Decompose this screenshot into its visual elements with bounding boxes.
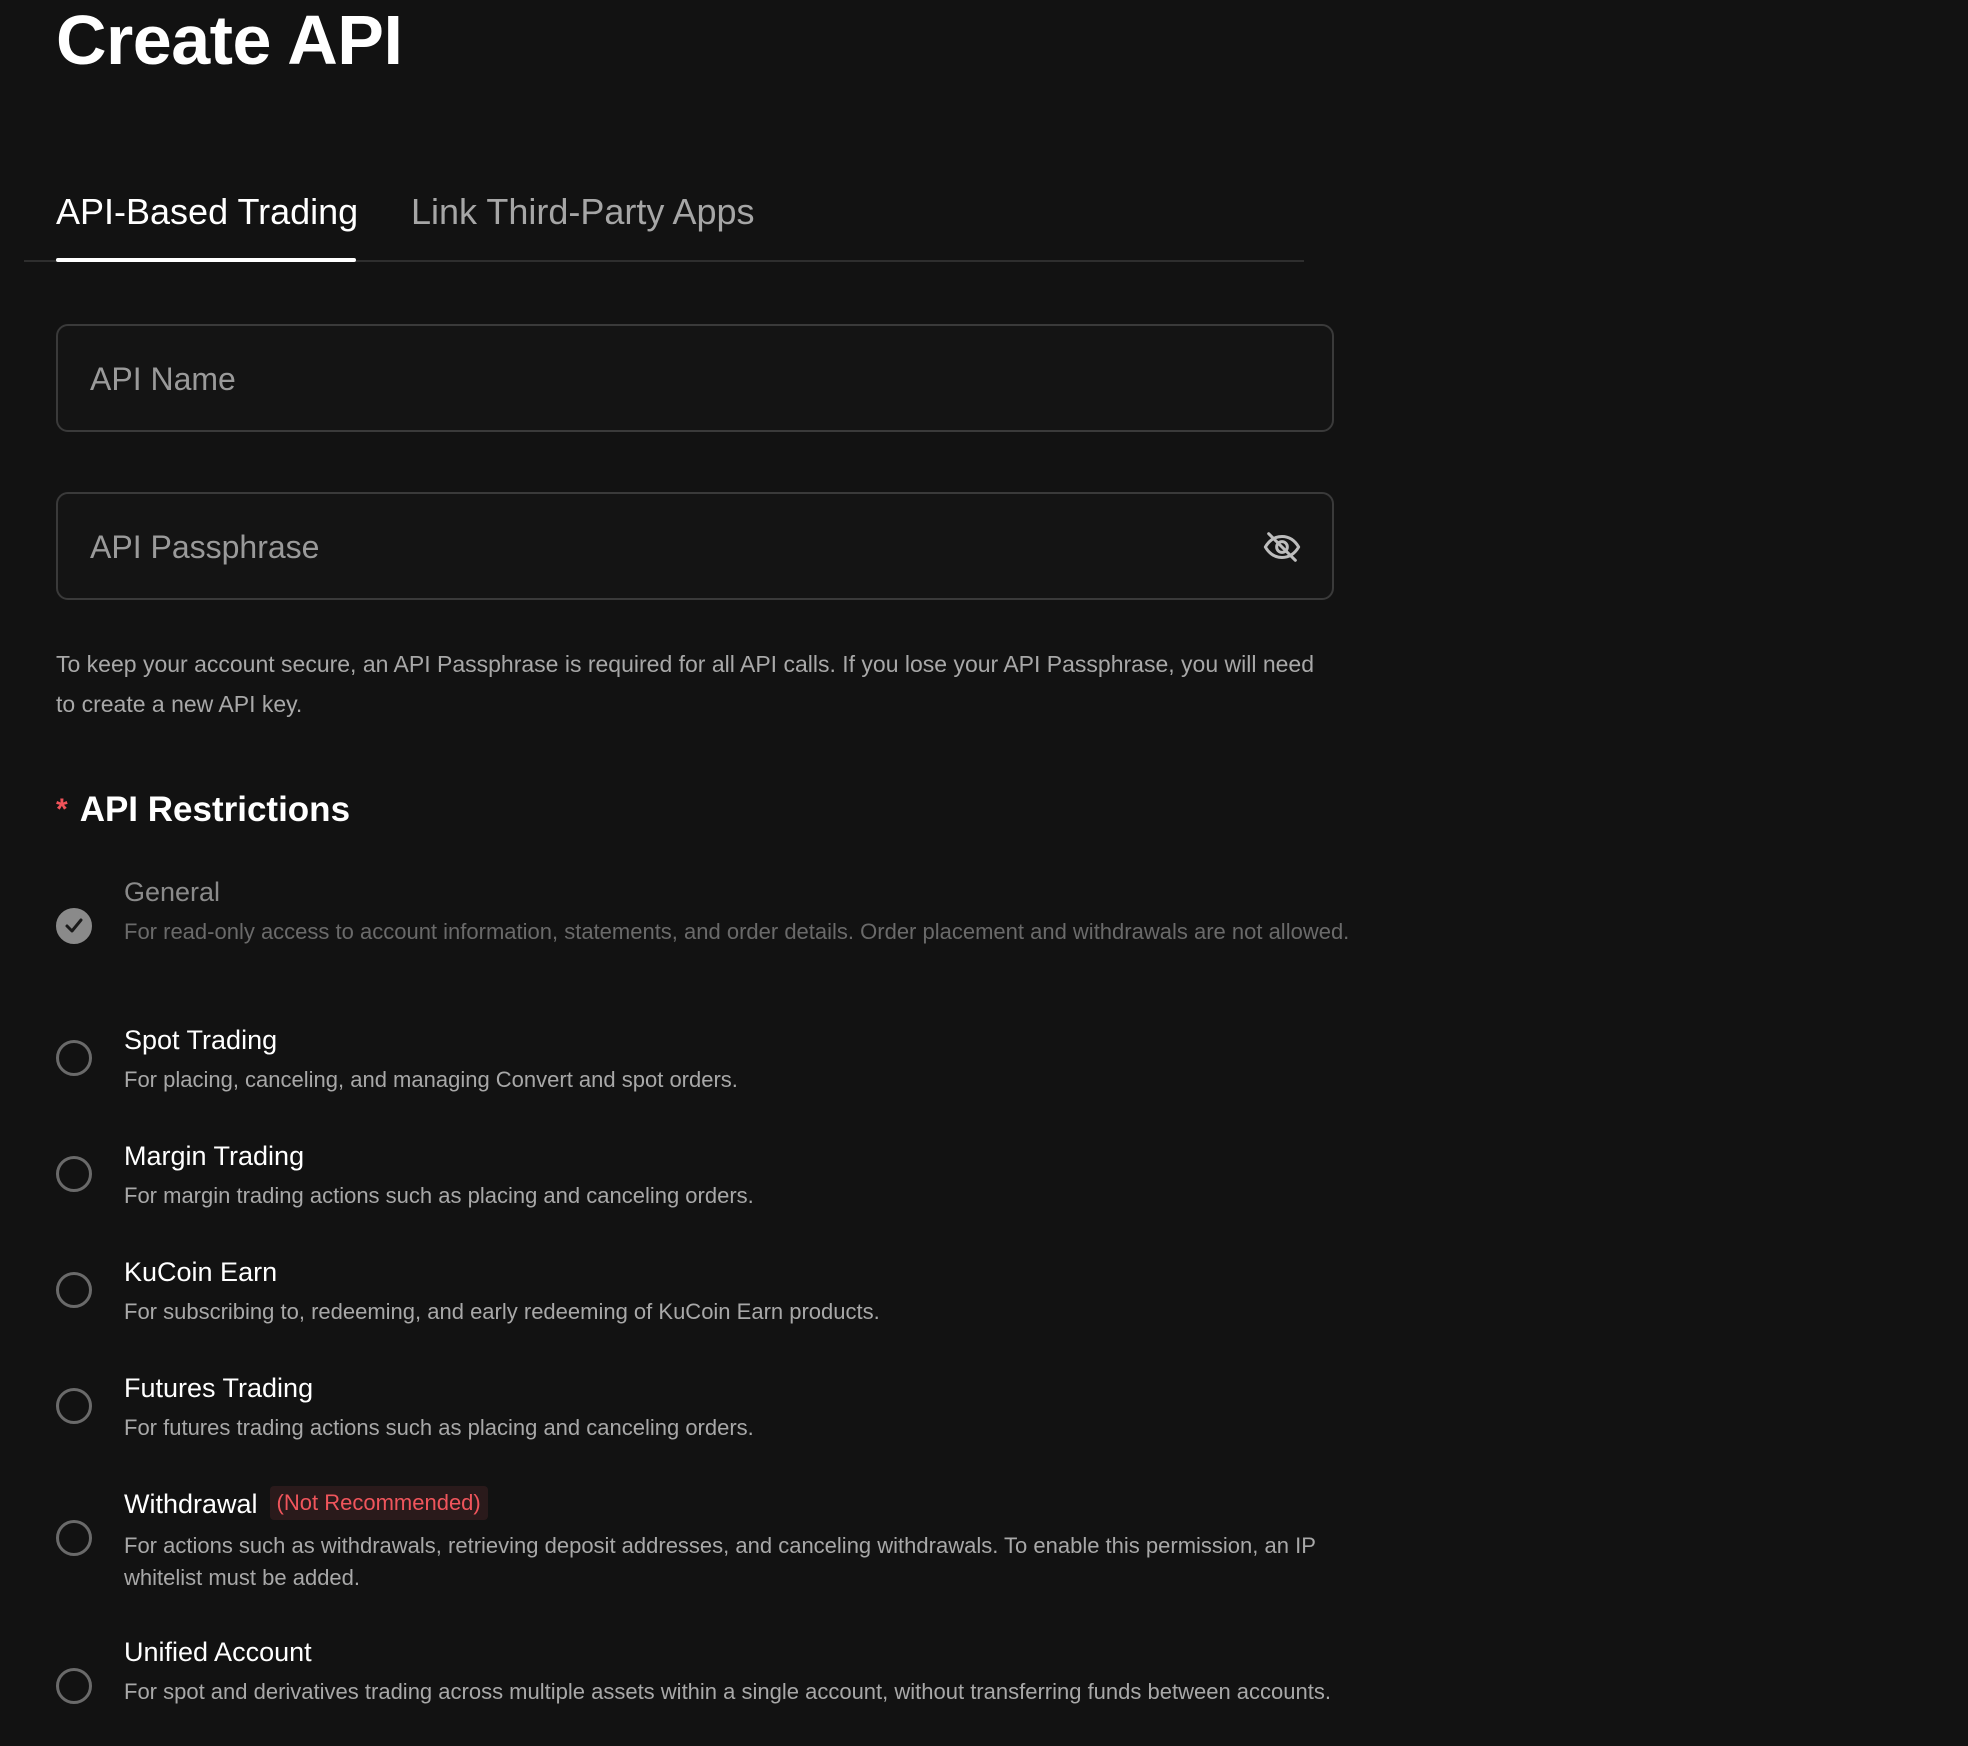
- option-description: For spot and derivatives trading across …: [124, 1679, 1331, 1704]
- required-mark: *: [56, 793, 68, 826]
- tab-api-based-trading[interactable]: API-Based Trading: [56, 190, 358, 234]
- option-label: KuCoin Earn: [124, 1257, 278, 1287]
- option-description: For futures trading actions such as plac…: [124, 1415, 754, 1440]
- option-label: General: [124, 877, 221, 907]
- option-description: For subscribing to, redeeming, and early…: [124, 1299, 880, 1324]
- futures-trading-checkbox[interactable]: [56, 1388, 92, 1424]
- active-tab-indicator: [56, 258, 356, 262]
- page-title: Create API: [56, 1, 403, 79]
- option-label: Spot Trading: [124, 1025, 278, 1055]
- option-label: Margin Trading: [124, 1141, 305, 1171]
- spot-trading-checkbox[interactable]: [56, 1040, 92, 1076]
- passphrase-hint: To keep your account secure, an API Pass…: [56, 651, 1315, 717]
- option-description: For actions such as withdrawals, retriev…: [124, 1533, 1316, 1590]
- option-description: For read-only access to account informat…: [124, 919, 1350, 944]
- general-checkbox[interactable]: [56, 908, 92, 944]
- kucoin-earn-checkbox[interactable]: [56, 1272, 92, 1308]
- tab-bar: API-Based Trading Link Third-Party Apps: [24, 180, 1304, 262]
- option-label: Withdrawal: [124, 1489, 258, 1519]
- api-passphrase-field: [56, 492, 1334, 600]
- withdrawal-checkbox[interactable]: [56, 1520, 92, 1556]
- eye-off-icon[interactable]: [1262, 527, 1302, 567]
- margin-trading-checkbox[interactable]: [56, 1156, 92, 1192]
- tab-link-third-party-apps[interactable]: Link Third-Party Apps: [411, 190, 755, 234]
- api-name-field: [56, 324, 1334, 432]
- option-label: Unified Account: [124, 1637, 312, 1667]
- api-restrictions-heading: * API Restrictions: [56, 784, 350, 836]
- option-description: For margin trading actions such as placi…: [124, 1183, 754, 1208]
- not-recommended-badge: (Not Recommended): [269, 1486, 488, 1520]
- api-name-input[interactable]: [88, 326, 1242, 432]
- api-passphrase-input[interactable]: [88, 494, 1242, 600]
- unified-account-checkbox[interactable]: [56, 1668, 92, 1704]
- option-description: For placing, canceling, and managing Con…: [124, 1067, 738, 1092]
- create-api-page: Create API API-Based Trading Link Third-…: [0, 0, 1968, 1746]
- check-icon: [65, 918, 83, 933]
- option-label: Futures Trading: [124, 1373, 314, 1403]
- api-restrictions-title: API Restrictions: [79, 790, 351, 829]
- option-label-row: Withdrawal (Not Recommended): [124, 1486, 488, 1522]
